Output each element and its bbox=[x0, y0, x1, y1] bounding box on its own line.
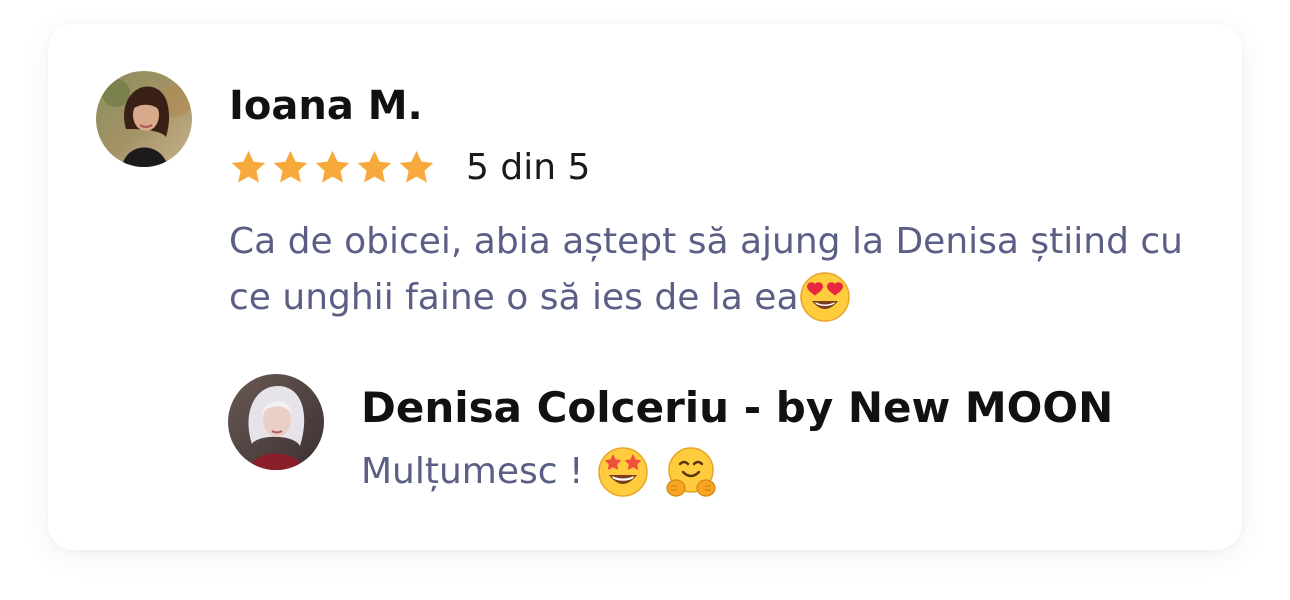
reply-body: Mulțumesc ! bbox=[361, 451, 584, 492]
rating-text: 5 din 5 bbox=[466, 146, 591, 188]
reviewer-avatar[interactable] bbox=[96, 71, 192, 167]
star-icon bbox=[357, 150, 392, 182]
hugging-face-icon bbox=[666, 447, 717, 497]
star-icon bbox=[273, 150, 308, 182]
reviewer-name: Ioana M. bbox=[229, 83, 423, 129]
star-icon bbox=[399, 150, 434, 182]
reply-author: Denisa Colceriu - by New MOON bbox=[361, 383, 1114, 432]
review-body: Ca de obicei, abia aștept să ajung la De… bbox=[229, 221, 1183, 318]
star-struck-face-icon bbox=[598, 447, 649, 497]
star-icon bbox=[231, 150, 266, 182]
reply-text: Mulțumesc ! bbox=[361, 444, 717, 500]
star-rating bbox=[229, 148, 436, 187]
rating-row: 5 din 5 bbox=[229, 143, 590, 191]
heart-eyes-face-icon bbox=[799, 272, 850, 322]
reply-avatar[interactable] bbox=[228, 374, 324, 470]
review-text: Ca de obicei, abia aștept să ajung la De… bbox=[229, 214, 1219, 326]
star-icon bbox=[315, 150, 350, 182]
